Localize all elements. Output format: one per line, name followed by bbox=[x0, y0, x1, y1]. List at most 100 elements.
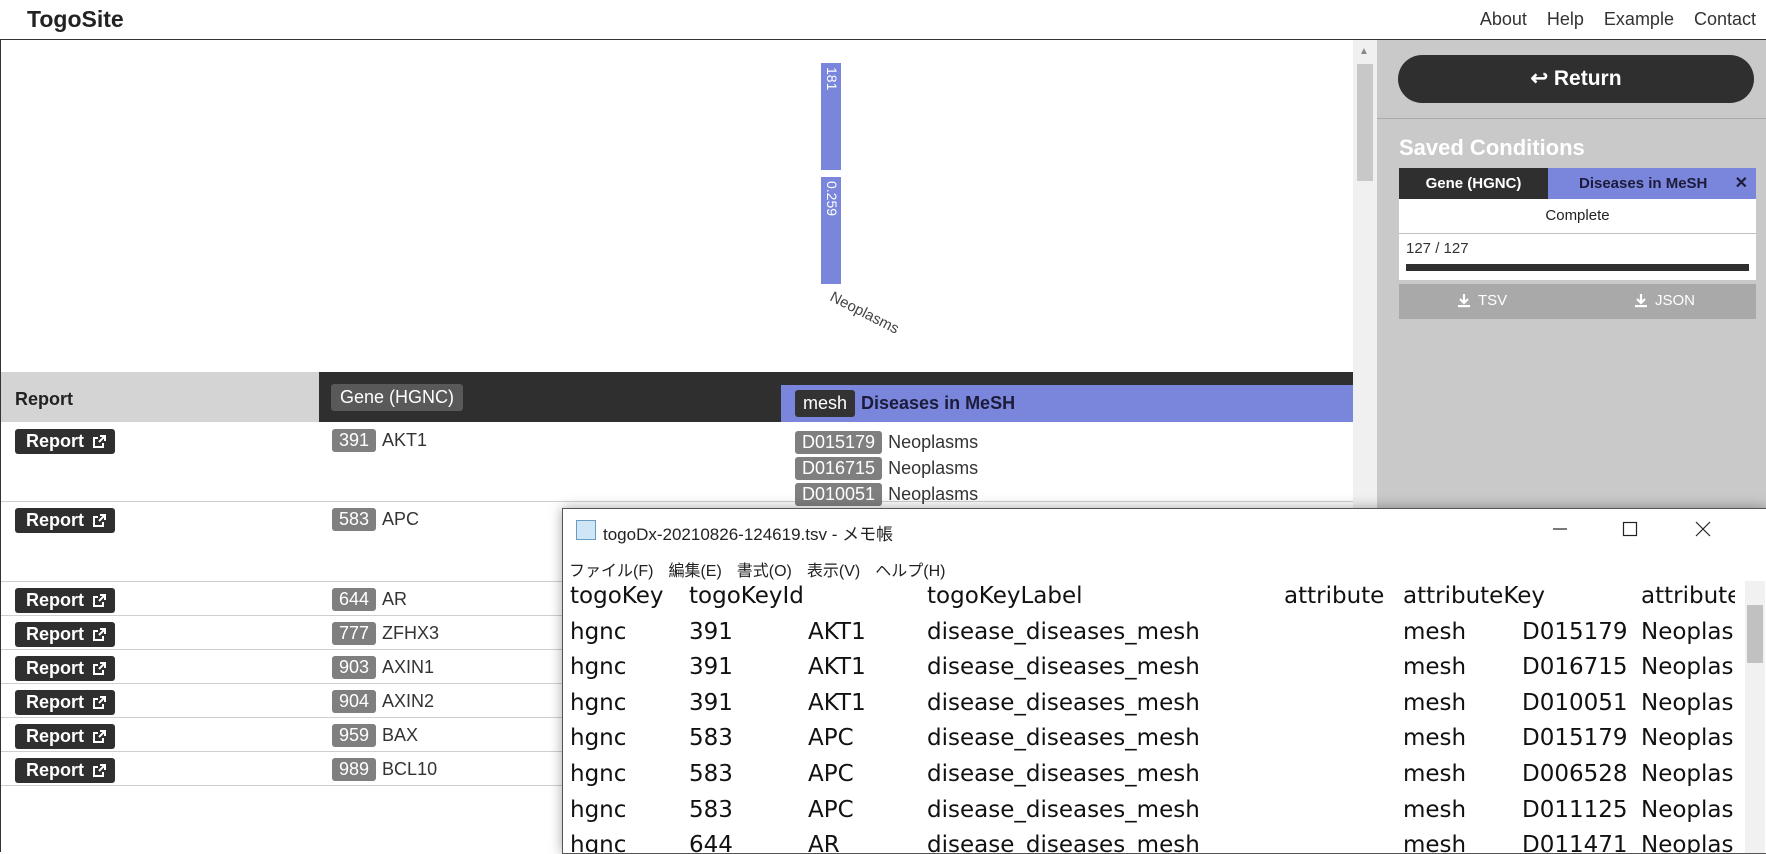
gene-cell: 989 BCL10 bbox=[332, 758, 437, 781]
chart-category-label: Neoplasms bbox=[827, 288, 902, 337]
report-button[interactable]: Report bbox=[15, 622, 115, 647]
report-button[interactable]: Report bbox=[15, 690, 115, 715]
mesh-id-badge[interactable]: D016715 bbox=[795, 456, 883, 480]
header-mesh-label[interactable]: Diseases in MeSH bbox=[861, 393, 1015, 414]
text-field: attributeKey bbox=[1403, 583, 1546, 609]
text-field: hgnc bbox=[570, 796, 627, 823]
chart-bar-count-label: 181 bbox=[824, 67, 840, 91]
text-field: Neoplasms bbox=[1641, 796, 1735, 823]
text-field: 391 bbox=[689, 654, 733, 681]
gene-id-badge[interactable]: 777 bbox=[332, 622, 377, 645]
scrollbar-thumb[interactable] bbox=[1357, 64, 1373, 181]
condition-progress: 127 / 127 bbox=[1399, 234, 1756, 280]
menu-file[interactable]: ファイル(F) bbox=[569, 557, 653, 581]
close-icon[interactable]: ✕ bbox=[1735, 168, 1748, 199]
header-mesh-prefix: mesh bbox=[795, 390, 856, 417]
text-field: 391 bbox=[689, 618, 733, 645]
text-field: hgnc bbox=[570, 832, 627, 853]
mesh-id-badge[interactable]: D015179 bbox=[795, 430, 883, 454]
site-logo[interactable]: TogoSite bbox=[27, 6, 124, 33]
minimize-button[interactable] bbox=[1525, 509, 1595, 549]
report-button[interactable]: Report bbox=[15, 588, 115, 613]
progress-bar bbox=[1406, 264, 1749, 271]
notepad-title: togoDx-20210826-124619.tsv - メモ帳 bbox=[603, 525, 894, 544]
maximize-button[interactable] bbox=[1595, 509, 1665, 549]
menu-edit[interactable]: 編集(E) bbox=[668, 557, 721, 581]
gene-id-badge[interactable]: 391 bbox=[332, 429, 377, 452]
text-field: APC bbox=[808, 796, 854, 823]
notepad-scrollbar-thumb[interactable] bbox=[1747, 605, 1763, 663]
download-bar: TSV JSON bbox=[1399, 284, 1756, 319]
text-field: D015179 bbox=[1522, 618, 1628, 645]
header-gene: Gene (HGNC) bbox=[319, 372, 781, 422]
report-button[interactable]: Report bbox=[15, 508, 115, 533]
download-tsv-button[interactable]: TSV bbox=[1457, 292, 1507, 309]
text-field: hgnc bbox=[570, 760, 627, 787]
gene-id-badge[interactable]: 904 bbox=[332, 690, 377, 713]
text-field: disease_diseases_mesh bbox=[927, 796, 1200, 823]
report-button[interactable]: Report bbox=[15, 758, 115, 783]
sidebar-divider bbox=[1377, 118, 1766, 119]
gene-cell: 904 AXIN2 bbox=[332, 690, 434, 713]
chart-bar-ratio-label: 0.259 bbox=[824, 181, 840, 216]
header-mesh-band: mesh Diseases in MeSH bbox=[781, 385, 1354, 422]
gene-cell: 391 AKT1 bbox=[332, 429, 427, 452]
return-button[interactable]: ↩ Return bbox=[1398, 55, 1754, 103]
text-field: disease_diseases_mesh bbox=[927, 689, 1200, 716]
gene-symbol: BAX bbox=[382, 725, 419, 745]
gene-symbol: AKT1 bbox=[382, 430, 428, 450]
report-button[interactable]: Report bbox=[15, 656, 115, 681]
condition-tab-mesh[interactable]: Diseases in MeSH ✕ bbox=[1548, 168, 1756, 199]
notepad-titlebar[interactable]: togoDx-20210826-124619.tsv - メモ帳 bbox=[563, 509, 1766, 549]
external-link-icon bbox=[93, 435, 106, 448]
nav-help[interactable]: Help bbox=[1547, 9, 1584, 30]
report-button[interactable]: Report bbox=[15, 429, 115, 454]
notepad-scrollbar[interactable] bbox=[1745, 581, 1765, 853]
header-report-label: Report bbox=[15, 389, 73, 409]
gene-symbol: BCL10 bbox=[382, 759, 438, 779]
notepad-text-area[interactable]: togoKey togoKeyId togoKeyLabel attribute att… bbox=[570, 581, 1735, 853]
download-json-button[interactable]: JSON bbox=[1634, 292, 1695, 309]
text-line: hgnc 391 AKT1 disease_diseases_mesh mesh D015… bbox=[570, 617, 1735, 653]
maximize-icon bbox=[1622, 521, 1638, 537]
gene-cell: 583 APC bbox=[332, 508, 419, 531]
table-row: Report 391 AKT1 D015179 Neoplasms D016715 Neop… bbox=[1, 422, 1354, 506]
report-button-label: Report bbox=[26, 760, 84, 780]
menu-view[interactable]: 表示(V) bbox=[807, 557, 860, 581]
table-header: Report Gene (HGNC) mesh Diseases in MeSH bbox=[1, 372, 1354, 422]
external-link-icon bbox=[93, 594, 106, 607]
nav-example[interactable]: Example bbox=[1604, 9, 1674, 30]
condition-tab-gene[interactable]: Gene (HGNC) bbox=[1399, 168, 1548, 199]
text-field: mesh bbox=[1403, 654, 1467, 681]
nav-about[interactable]: About bbox=[1480, 9, 1527, 30]
text-field: mesh bbox=[1403, 760, 1467, 787]
gene-cell: 777 ZFHX3 bbox=[332, 622, 439, 645]
report-button[interactable]: Report bbox=[15, 724, 115, 749]
external-link-icon bbox=[93, 662, 106, 675]
text-field: togoKeyId bbox=[689, 583, 804, 609]
text-line: hgnc 583 APC disease_diseases_mesh mesh D0065… bbox=[570, 759, 1735, 795]
text-field: APC bbox=[808, 725, 854, 752]
gene-id-badge[interactable]: 644 bbox=[332, 588, 377, 611]
text-line: hgnc 583 APC disease_diseases_mesh mesh D0111… bbox=[570, 795, 1735, 831]
scroll-up-icon[interactable]: ▲ bbox=[1359, 46, 1369, 57]
gene-symbol: AR bbox=[382, 589, 408, 609]
external-link-icon bbox=[93, 628, 106, 641]
close-window-button[interactable] bbox=[1668, 509, 1738, 549]
gene-id-badge[interactable]: 583 bbox=[332, 508, 377, 531]
header-gene-chip[interactable]: Gene (HGNC) bbox=[331, 384, 464, 411]
external-link-icon bbox=[93, 730, 106, 743]
text-field: Neoplasms bbox=[1641, 725, 1735, 752]
text-field: disease_diseases_mesh bbox=[927, 760, 1200, 787]
text-field: mesh bbox=[1403, 689, 1467, 716]
gene-id-badge[interactable]: 903 bbox=[332, 656, 377, 679]
gene-id-badge[interactable]: 959 bbox=[332, 724, 377, 747]
nav-contact[interactable]: Contact bbox=[1694, 9, 1756, 30]
menu-help[interactable]: ヘルプ(H) bbox=[875, 557, 945, 581]
text-field: mesh bbox=[1403, 832, 1467, 853]
text-field: attributeKeyId bbox=[1641, 583, 1735, 609]
report-button-label: Report bbox=[26, 726, 84, 746]
mesh-label: Neoplasms bbox=[888, 431, 979, 452]
menu-format[interactable]: 書式(O) bbox=[737, 557, 792, 581]
gene-id-badge[interactable]: 989 bbox=[332, 758, 377, 781]
